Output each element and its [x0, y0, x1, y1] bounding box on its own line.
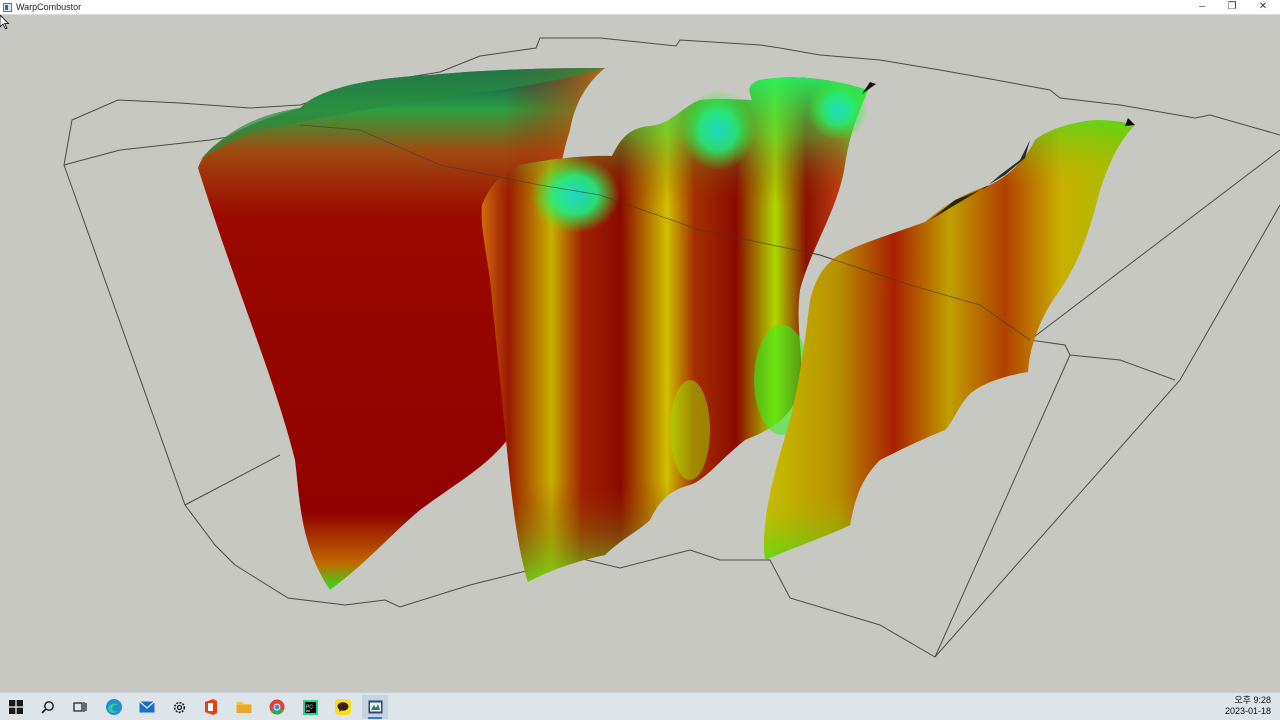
combustor-scene: [63, 37, 1280, 658]
app-icon: [3, 3, 12, 12]
restore-button[interactable]: ❐: [1216, 0, 1248, 14]
pycharm-icon[interactable]: PC: [297, 695, 323, 719]
office-icon[interactable]: [198, 695, 224, 719]
mouse-cursor-icon: [0, 15, 10, 30]
task-view-icon[interactable]: [67, 695, 93, 719]
minimize-button[interactable]: –: [1186, 0, 1218, 14]
taskbar: PC 오후 9:28 2023-01-18: [0, 692, 1280, 720]
edge-icon[interactable]: [101, 695, 127, 719]
file-explorer-icon[interactable]: [231, 695, 257, 719]
mail-icon[interactable]: [134, 695, 160, 719]
close-button[interactable]: ✕: [1247, 0, 1279, 14]
clock-date: 2023-01-18: [1224, 706, 1271, 716]
system-clock[interactable]: 오후 9:28 2023-01-18: [1225, 695, 1271, 717]
settings-icon[interactable]: [166, 695, 192, 719]
svg-text:PC: PC: [306, 704, 313, 710]
chrome-icon[interactable]: [264, 695, 290, 719]
search-icon[interactable]: [35, 695, 61, 719]
window-title: WarpCombustor: [16, 2, 82, 12]
clock-time: 오후 9:28: [1234, 695, 1271, 705]
3d-viewport[interactable]: [0, 15, 1280, 692]
window-titlebar: WarpCombustor – ❐ ✕: [0, 0, 1280, 15]
kakaotalk-icon[interactable]: [330, 695, 356, 719]
warpcombustor-app-icon[interactable]: [362, 695, 388, 719]
start-icon[interactable]: [3, 695, 29, 719]
